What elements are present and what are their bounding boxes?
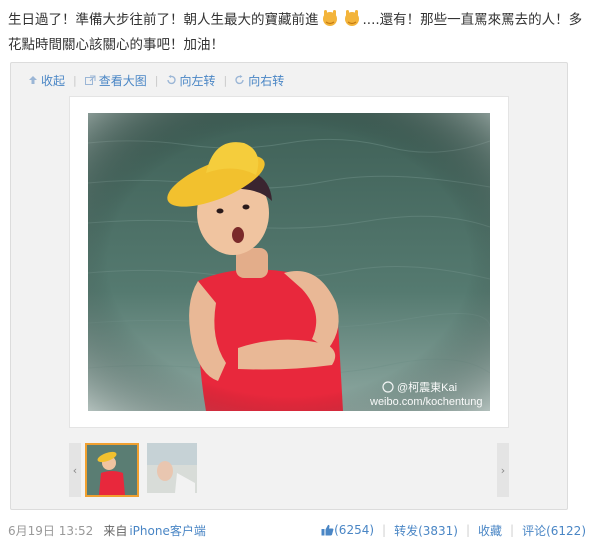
favorite-button[interactable]: 收藏 bbox=[478, 522, 502, 539]
toolbar-divider: | bbox=[223, 73, 228, 87]
main-photo[interactable]: @柯震東Kai weibo.com/kochentung bbox=[88, 113, 490, 411]
photo-frame[interactable]: @柯震東Kai weibo.com/kochentung bbox=[70, 97, 508, 427]
media-expand-box: 收起 | 查看大图 | 向左转 | 向右转 @柯震東Kai weibo.com/… bbox=[10, 62, 568, 510]
rotate-right-label: 向右转 bbox=[248, 73, 285, 88]
toolbar-divider: | bbox=[73, 73, 77, 87]
rotate-left-button[interactable]: 向左转 bbox=[166, 72, 215, 89]
post-footer: 6月19日 13:52 来自 iPhone客户端 (6254) | 转发(3831… bbox=[8, 520, 586, 540]
post-meta: 6月19日 13:52 来自 iPhone客户端 bbox=[8, 522, 206, 539]
thumbnail-2[interactable] bbox=[147, 443, 201, 497]
prev-thumbnail-button[interactable]: ‹ bbox=[69, 443, 81, 497]
view-large-button[interactable]: 查看大图 bbox=[84, 72, 147, 89]
like-button[interactable]: (6254) bbox=[321, 523, 374, 537]
thumbnail-2-image bbox=[147, 443, 197, 493]
like-count: (6254) bbox=[334, 523, 375, 537]
rotate-left-icon bbox=[167, 75, 177, 85]
thumbnail-1[interactable] bbox=[85, 443, 139, 497]
thumbnail-strip: ‹ › bbox=[69, 443, 509, 497]
photo-vignette bbox=[88, 113, 490, 411]
post-actions: (6254) | 转发(3831) | 收藏 | 评论(6122) bbox=[321, 522, 586, 539]
chevron-right-icon: › bbox=[500, 463, 506, 477]
external-link-icon bbox=[84, 75, 96, 85]
rock-hand-emoji-icon bbox=[320, 8, 340, 28]
watermark-url: weibo.com/kochentung bbox=[369, 396, 483, 408]
thumbs-up-icon bbox=[321, 524, 334, 536]
arrow-up-icon bbox=[29, 76, 37, 84]
post-text: 生日過了！準備大步往前了！朝人生最大的寶藏前進 ....還有！那些一直罵來罵去的人… bbox=[8, 8, 586, 58]
watermark-name: @柯震東Kai bbox=[397, 381, 457, 394]
post-source: 来自 iPhone客户端 bbox=[103, 522, 206, 539]
rotate-right-icon bbox=[235, 75, 244, 85]
source-prefix: 来自 bbox=[103, 523, 128, 538]
action-divider: | bbox=[510, 523, 515, 537]
rotate-left-label: 向左转 bbox=[179, 73, 216, 88]
rotate-right-button[interactable]: 向右转 bbox=[235, 72, 284, 89]
chevron-left-icon: ‹ bbox=[72, 463, 78, 477]
thumbnail-1-image bbox=[87, 445, 137, 495]
collapse-button[interactable]: 收起 bbox=[28, 72, 65, 89]
rock-hand-emoji-icon bbox=[342, 8, 362, 28]
repost-button[interactable]: 转发(3831) bbox=[394, 522, 458, 539]
action-divider: | bbox=[465, 523, 471, 537]
source-app-link[interactable]: iPhone客户端 bbox=[129, 524, 206, 538]
collapse-label: 收起 bbox=[41, 73, 66, 88]
media-toolbar: 收起 | 查看大图 | 向左转 | 向右转 bbox=[28, 71, 284, 89]
toolbar-divider: | bbox=[154, 73, 159, 87]
view-large-label: 查看大图 bbox=[98, 73, 147, 88]
comment-button[interactable]: 评论(6122) bbox=[522, 522, 586, 539]
post-timestamp[interactable]: 6月19日 13:52 bbox=[8, 522, 93, 539]
post-text-part1: 生日過了！準備大步往前了！朝人生最大的寶藏前進 bbox=[8, 12, 319, 28]
action-divider: | bbox=[382, 523, 387, 537]
next-thumbnail-button[interactable]: › bbox=[497, 443, 509, 497]
